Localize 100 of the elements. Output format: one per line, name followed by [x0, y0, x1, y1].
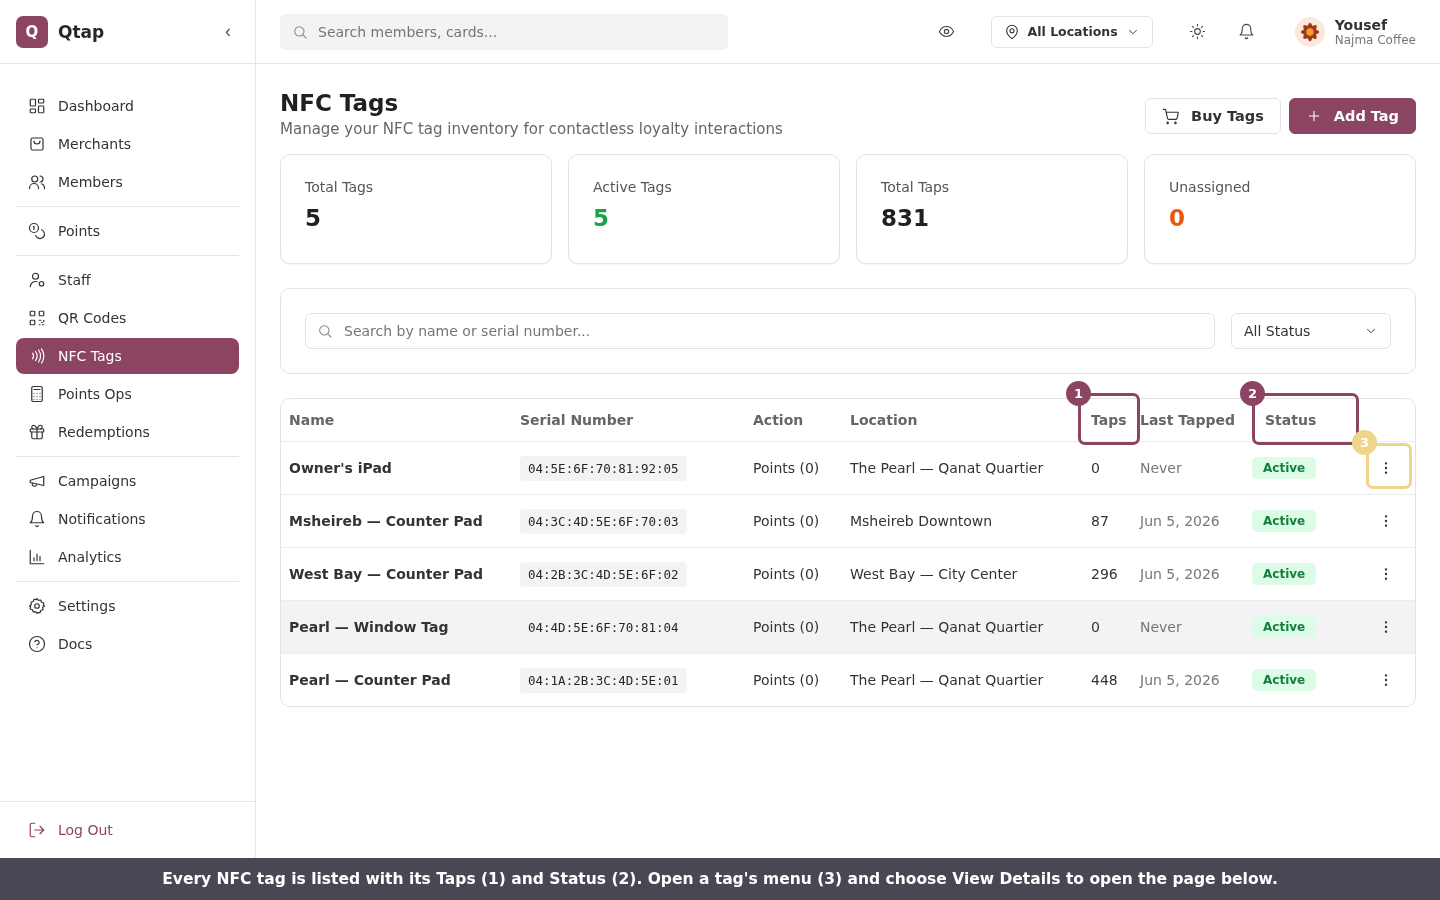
column-header: Location [850, 412, 918, 428]
tag-name: Owner's iPad [289, 460, 393, 476]
last-tapped-cell-text: Jun 5, 2026 [1140, 513, 1221, 529]
page-subtitle: Manage your NFC tag inventory for contactless loyalty interactions [280, 120, 783, 138]
column-header: Last Tapped [1140, 412, 1236, 428]
bell-icon [28, 510, 46, 528]
tag-name: Pearl — Window Tag [289, 619, 450, 635]
flower-icon [1298, 20, 1321, 43]
gift-icon [28, 423, 46, 441]
users-icon [28, 173, 46, 191]
column-header: Status [1265, 412, 1317, 428]
buy-tags-button[interactable]: Buy Tags [1145, 98, 1281, 134]
sidebar-item[interactable]: Analytics [16, 539, 239, 575]
map-pin-icon [1003, 23, 1020, 40]
logo: Q [16, 15, 48, 48]
table-row[interactable]: Msheireb — Counter Pad 04:3C:4D:5E:6F:70:03 Points (0) Msheireb Downtown 87 Jun 5, 2026 Active [281, 494, 1415, 547]
table-row[interactable]: Pearl — Counter Pad 04:1A:2B:3C:4D:5E:01 Points (0) The Pearl — Qanat Quartier 448 Jun 5, 2026 Active [281, 653, 1415, 706]
last-tapped-cell-text: Jun 5, 2026 [1140, 566, 1221, 582]
sidebar-item[interactable]: Dashboard [16, 88, 239, 124]
stat-value: 5 [593, 205, 610, 231]
callout-number: 3 [1352, 430, 1377, 455]
serial-number: 04:3C:4D:5E:6F:70:03 [520, 508, 687, 534]
page-title: NFC Tags [280, 90, 400, 116]
stat-label: Total Taps [881, 179, 951, 195]
callout-number: 2 [1240, 381, 1265, 406]
sun-icon [1188, 23, 1206, 40]
logout-button[interactable]: Log Out [16, 812, 125, 848]
serial-number: 04:5E:6F:70:81:92:05 [520, 455, 687, 481]
caption-text: Every NFC tag is listed with its Taps (1) and Status (2). Open a tag's menu (3) and choose View Details to open the page below. [162, 870, 1278, 888]
search-field[interactable]: Search members, cards... [280, 13, 728, 50]
search-icon [292, 23, 308, 40]
sidebar-item[interactable]: Members [16, 164, 239, 200]
help-circle-icon [28, 635, 46, 653]
stat-label: Active Tags [593, 179, 673, 195]
sidebar-item[interactable]: Points Ops [16, 376, 239, 412]
last-tapped-cell-text: Never [1140, 460, 1183, 476]
collapse-button[interactable]: ‹ [217, 21, 239, 42]
sidebar-item[interactable]: Staff [16, 262, 239, 298]
user-name: Yousef [1334, 16, 1389, 33]
search-icon [317, 323, 333, 339]
grid-icon [28, 97, 46, 115]
stat-value: 5 [305, 205, 322, 231]
status-badge: Active [1252, 457, 1317, 479]
taps-cell: 0 [1091, 619, 1100, 635]
sidebar-item[interactable]: NFC Tags [16, 338, 239, 374]
column-header: Serial Number [520, 412, 634, 428]
exit-icon [28, 821, 46, 839]
location-cell-text: The Pearl — Qanat Quartier [850, 460, 1045, 476]
location-cell-text: The Pearl — Qanat Quartier [850, 672, 1045, 688]
action-cell-text: Points (0) [753, 672, 821, 688]
action-cell-text: Points (0) [753, 513, 821, 529]
action-cell-text: Points (0) [753, 460, 821, 476]
action-cell-text: Points (0) [753, 566, 821, 582]
stat-label: Total Tags [305, 179, 375, 195]
last-tapped-cell-text: Jun 5, 2026 [1140, 672, 1221, 688]
status-dropdown[interactable]: All Status [1231, 313, 1391, 349]
stat-value: 831 [881, 205, 930, 231]
avatar[interactable] [1294, 16, 1325, 47]
bag-icon [28, 135, 46, 153]
sidebar-item[interactable]: Notifications [16, 501, 239, 537]
sidebar-item[interactable]: Points [16, 213, 239, 249]
brand-name: Qtap [58, 21, 106, 42]
taps-cell: 448 [1091, 672, 1118, 688]
sidebar-item[interactable]: Docs [16, 626, 239, 662]
status-badge: Active [1252, 510, 1317, 532]
stat-value: 0 [1169, 205, 1186, 231]
sidebar-item[interactable]: QR Codes [16, 300, 239, 336]
location-cell-text: West Bay — City Center [850, 566, 1019, 582]
action-cell-text: Points (0) [753, 619, 821, 635]
column-header: Name [289, 412, 335, 428]
cart-icon [1162, 107, 1180, 125]
column-header: Action [753, 412, 804, 428]
last-tapped-cell-text: Never [1140, 619, 1183, 635]
serial-number: 04:2B:3C:4D:5E:6F:02 [520, 561, 687, 587]
taps-cell: 0 [1091, 460, 1100, 476]
status-badge: Active [1252, 669, 1317, 691]
bar-chart-icon [28, 548, 46, 566]
qr-code-icon [28, 309, 46, 327]
business-name: Najma Coffee [1334, 32, 1416, 47]
sidebar-item[interactable]: Campaigns [16, 463, 239, 499]
search-field[interactable]: Search by name or serial number... [305, 313, 1215, 349]
add-tag-button[interactable]: Add Tag [1288, 98, 1416, 134]
status-badge: Active [1252, 616, 1317, 638]
taps-cell: 296 [1091, 566, 1118, 582]
callout-number: 1 [1066, 381, 1091, 406]
location-dropdown[interactable]: All Locations [990, 15, 1153, 48]
status-badge: Active [1252, 563, 1317, 585]
table-row[interactable]: Pearl — Window Tag 04:4D:5E:6F:70:81:04 Points (0) The Pearl — Qanat Quartier 0 Never Active [281, 600, 1415, 653]
sidebar-item[interactable]: Redemptions [16, 414, 239, 450]
serial-number: 04:1A:2B:3C:4D:5E:01 [520, 667, 687, 693]
bell-icon [1237, 23, 1255, 40]
location-cell-text: Msheireb Downtown [850, 513, 994, 529]
settings-icon [28, 597, 46, 615]
sidebar-item[interactable]: Settings [16, 588, 239, 624]
sidebar-item[interactable]: Merchants [16, 126, 239, 162]
location-cell-text: The Pearl — Qanat Quartier [850, 619, 1045, 635]
eye-icon [937, 23, 955, 40]
stat-label: Unassigned [1169, 179, 1252, 195]
taps-cell: 87 [1091, 513, 1109, 529]
coins-icon [28, 222, 46, 240]
